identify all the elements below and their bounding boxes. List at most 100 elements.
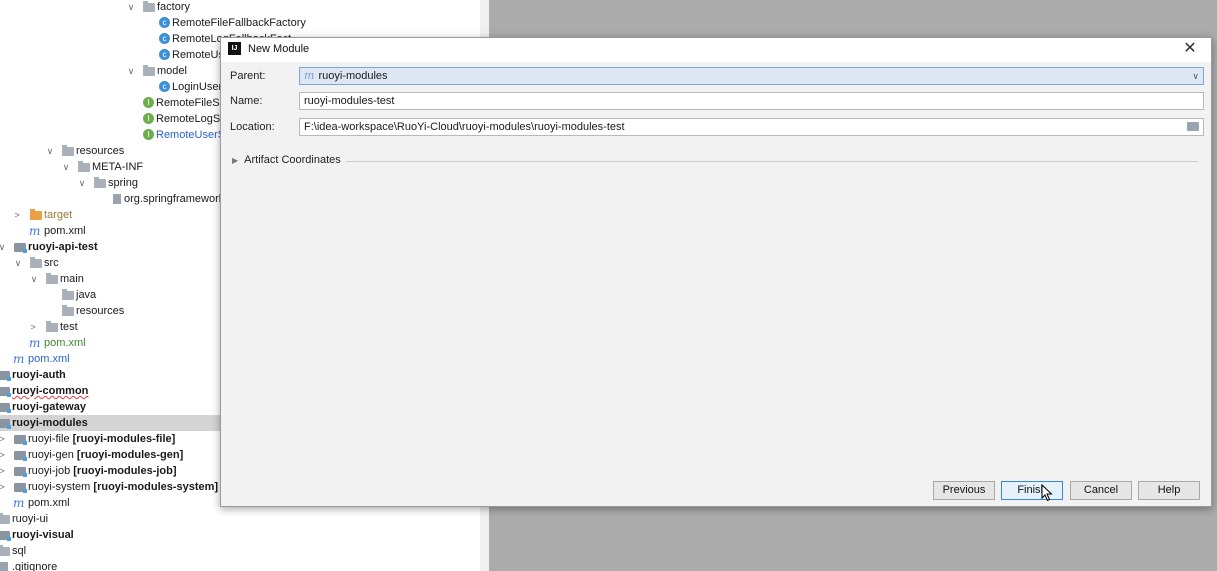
chevron-right-icon[interactable]: > [0,447,7,463]
chevron-right-icon[interactable]: > [0,463,7,479]
folder-icon [46,273,58,284]
tree-item-sql[interactable]: sql [0,543,489,559]
chevron-right-icon[interactable]: > [0,431,7,447]
tree-item-label: pom.xml [44,225,86,237]
name-label: Name: [230,95,263,107]
tree-item-label: ruoyi-gateway [12,401,86,413]
tree-item-label: RemoteFileFallbackFactory [172,17,306,29]
class-icon: c [159,17,170,28]
tree-item-label: pom.xml [28,497,70,509]
intellij-app-icon: IJ [228,42,241,55]
class-icon: c [159,49,170,60]
tree-item-gitignore[interactable]: .gitignore [0,559,489,571]
folder-browse-icon[interactable] [1187,122,1199,131]
folder-icon [30,257,42,268]
tree-item-label: src [44,257,59,269]
module-folder-icon [0,371,11,381]
dialog-title: New Module [248,43,310,55]
module-folder-icon [0,531,11,541]
chevron-down-icon[interactable]: ∨ [1192,68,1199,84]
class-icon: c [159,81,170,92]
triangle-right-icon: ▶ [232,156,239,165]
chevron-down-icon[interactable]: ∨ [126,0,136,15]
chevron-right-icon[interactable]: > [28,319,38,335]
previous-button[interactable]: Previous [933,481,995,500]
chevron-down-icon[interactable]: ∨ [13,255,23,271]
folder-icon [62,289,74,300]
location-label: Location: [230,121,275,133]
cancel-button-label: Cancel [1083,484,1119,496]
interface-icon: I [143,129,154,140]
tree-item-label: target [44,209,73,221]
module-folder-icon [0,387,11,397]
artifact-coordinates-label: Artifact Coordinates [244,154,341,166]
module-folder-icon [14,451,27,461]
tree-item-label: .gitignore [12,561,58,571]
tree-item-label: test [60,321,78,333]
maven-icon: m [29,336,41,350]
module-folder-icon [14,483,27,493]
folder-icon [46,321,58,332]
previous-button-label: Previous [942,484,986,496]
help-button[interactable]: Help [1138,481,1200,500]
parent-value: ruoyi-modules [318,70,388,82]
location-value: F:\idea-workspace\RuoYi-Cloud\ruoyi-modu… [304,121,625,133]
dialog-titlebar[interactable]: IJ New Module ✕ [221,38,1211,62]
tree-item-label: ruoyi-api-test [28,241,98,253]
chevron-right-icon[interactable]: > [12,207,22,223]
tree-item-label: java [76,289,97,301]
tree-item-label: pom.xml [28,353,70,365]
tree-item-factory[interactable]: ∨ factory [0,0,489,15]
maven-icon: m [304,69,315,82]
finish-button[interactable]: Finish [1001,481,1063,500]
file-icon [113,194,121,204]
parent-select[interactable]: m ruoyi-modules ∨ [299,67,1204,85]
chevron-down-icon[interactable]: ∨ [45,143,55,159]
tree-item-ruoyi-ui[interactable]: ruoyi-ui [0,511,489,527]
tree-item-label: ruoyi-system [ruoyi-modules-system] [28,481,219,493]
folder-icon [62,145,74,156]
tree-item-label: RemoteLogSe [156,113,227,125]
tree-item-label: main [60,273,84,285]
tree-item-label: LoginUser [172,81,223,93]
tree-item-label: resources [76,145,125,157]
name-field[interactable]: ruoyi-modules-test [299,92,1204,110]
help-button-label: Help [1157,484,1181,496]
module-folder-icon [14,435,27,445]
folder-icon [94,177,106,188]
tree-item-class[interactable]: c RemoteFileFallbackFactory [0,15,489,31]
parent-label: Parent: [230,70,266,82]
folder-icon [62,305,74,316]
chevron-down-icon[interactable]: ∨ [61,159,71,175]
module-folder-icon [14,243,27,253]
chevron-right-icon[interactable]: > [0,479,7,495]
class-icon: c [159,33,170,44]
interface-icon: I [143,113,154,124]
maven-icon: m [13,496,25,510]
tree-item-ruoyi-modules[interactable]: ruoyi-modules [0,415,222,431]
module-folder-icon [0,419,11,429]
tree-item-label: ruoyi-gen [ruoyi-modules-gen] [28,449,184,461]
module-folder-icon [14,467,27,477]
close-icon[interactable]: ✕ [1181,40,1199,58]
chevron-down-icon[interactable]: ∨ [77,175,87,191]
chevron-down-icon[interactable]: ∨ [126,63,136,79]
tree-item-ruoyi-visual[interactable]: ruoyi-visual [0,527,489,543]
cancel-button[interactable]: Cancel [1070,481,1132,500]
tree-item-label: ruoyi-common [12,385,89,397]
folder-icon [0,513,10,524]
maven-icon: m [13,352,25,366]
tree-item-label: META-INF [92,161,144,173]
tree-item-label: RemoteUs [172,49,224,61]
folder-icon [78,161,90,172]
chevron-down-icon[interactable]: ∨ [29,271,39,287]
folder-icon [143,1,155,12]
new-module-dialog: IJ New Module ✕ Parent: m ruoyi-modules ∨… [220,37,1212,507]
tree-item-label: RemoteUserS [156,129,226,141]
location-field[interactable]: F:\idea-workspace\RuoYi-Cloud\ruoyi-modu… [299,118,1204,136]
tree-item-label: ruoyi-job [ruoyi-modules-job] [28,465,177,477]
chevron-down-icon[interactable]: ∨ [0,239,7,255]
tree-item-label: factory [157,1,191,13]
artifact-coordinates-toggle[interactable]: ▶ Artifact Coordinates [232,154,341,166]
tree-item-label: ruoyi-visual [12,529,74,541]
